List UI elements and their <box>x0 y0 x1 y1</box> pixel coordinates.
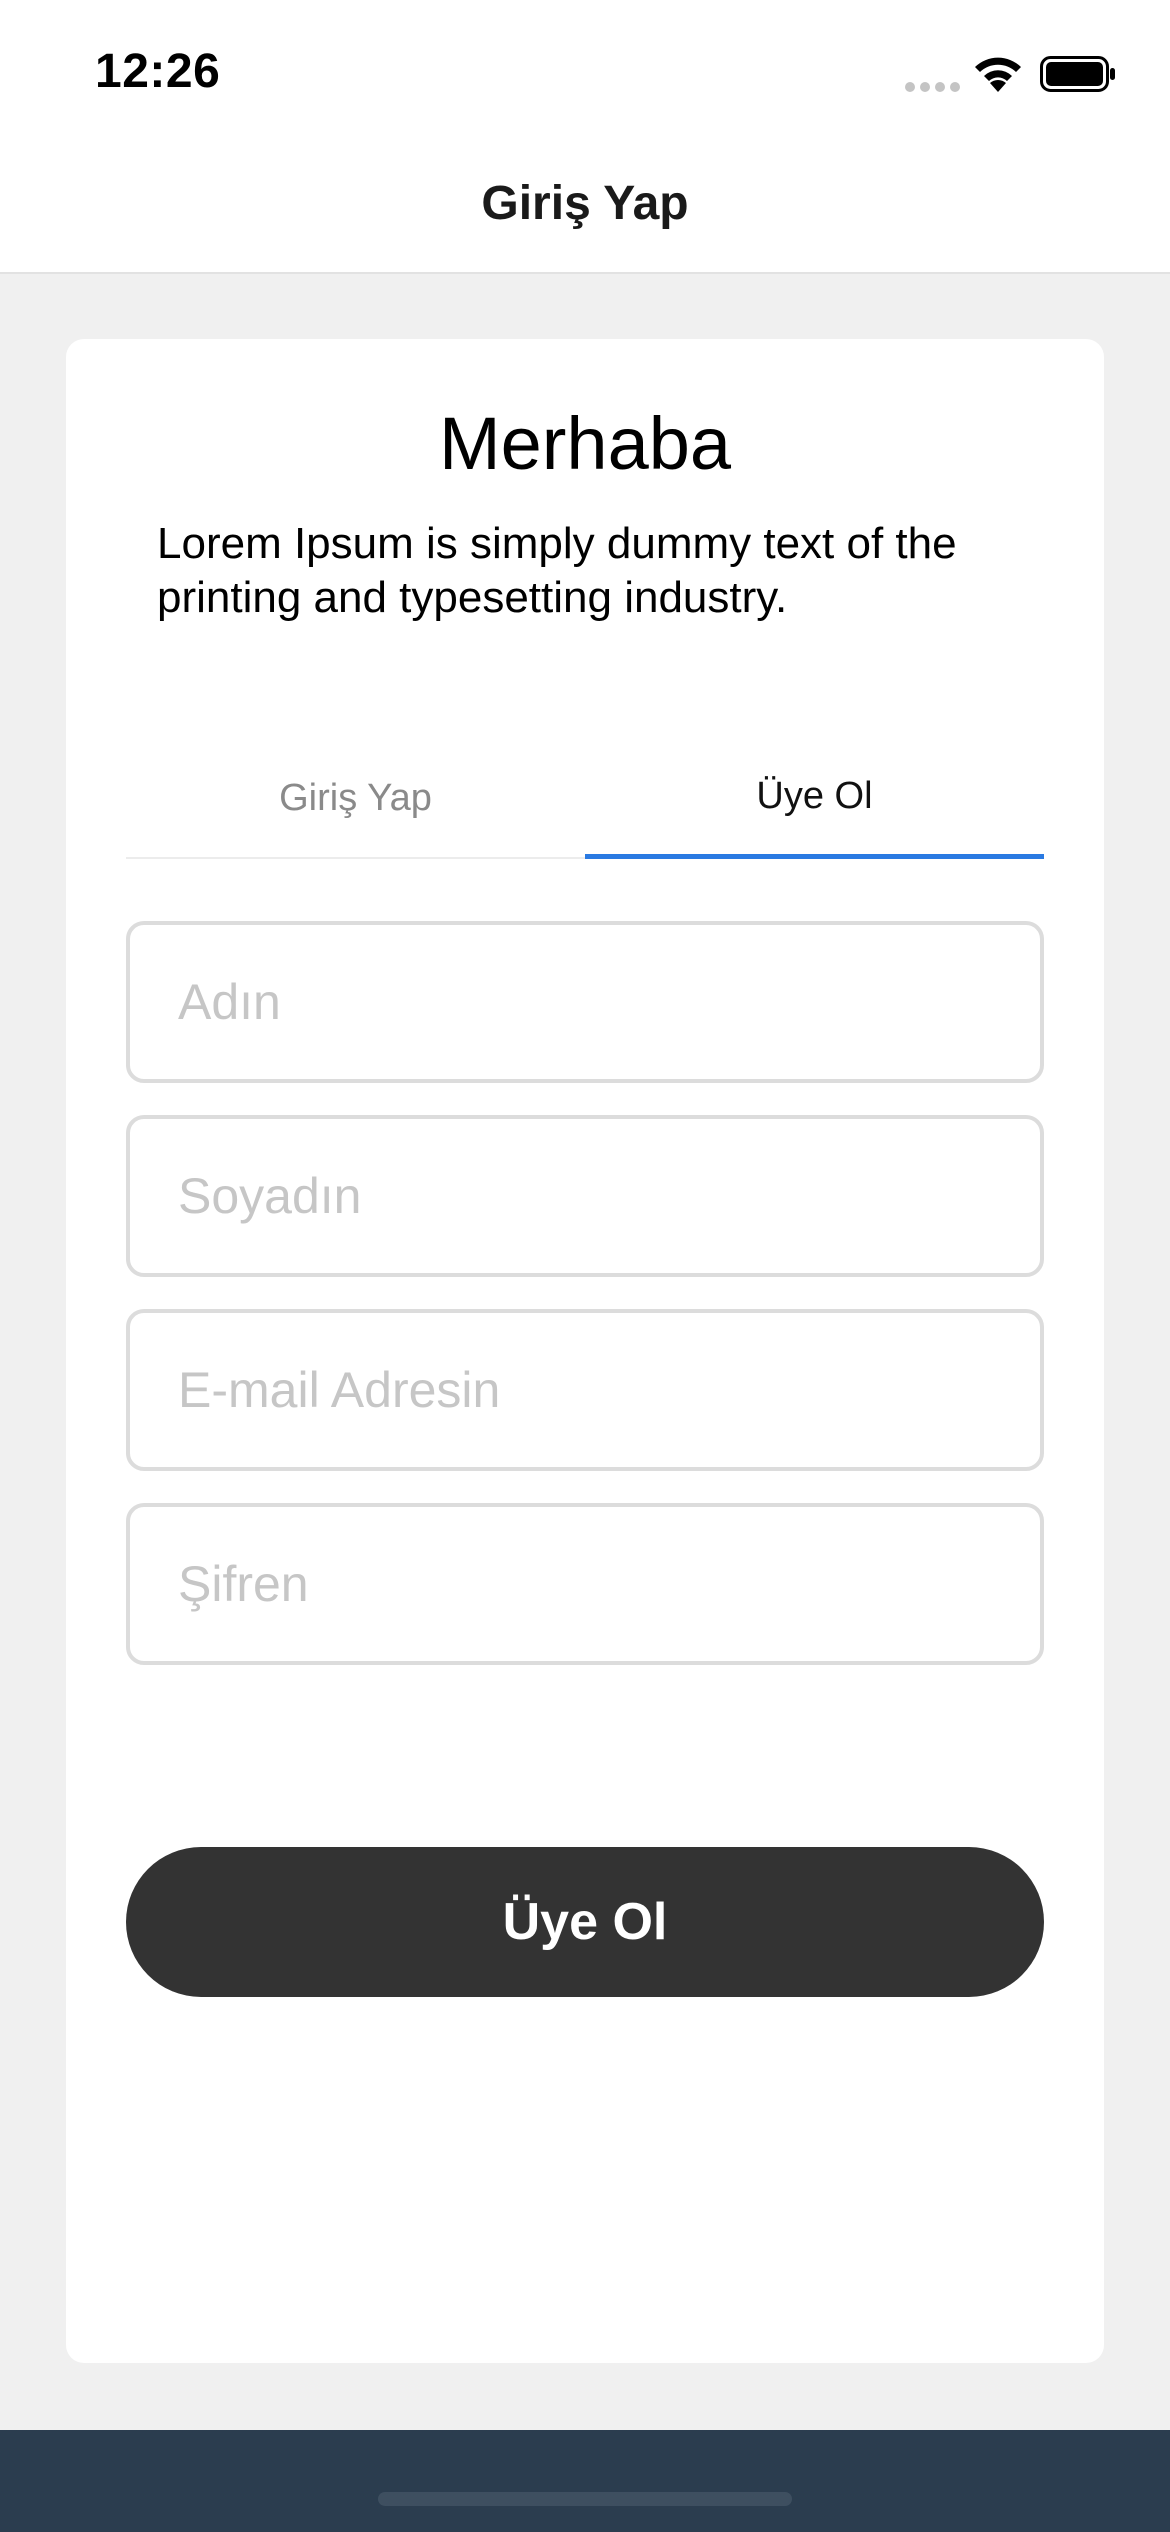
first-name-field[interactable] <box>126 921 1044 1083</box>
signup-button[interactable]: Üye Ol <box>126 1847 1044 1997</box>
navigation-bar: Giriş Yap <box>0 140 1170 274</box>
greeting-heading: Merhaba <box>438 402 732 485</box>
page-title: Giriş Yap <box>481 177 689 230</box>
home-indicator[interactable] <box>378 2492 792 2506</box>
email-field[interactable] <box>126 1309 1044 1471</box>
status-time: 12:26 <box>95 45 221 98</box>
cellular-signal-icon <box>905 82 961 94</box>
tab-login[interactable]: Giriş Yap <box>126 739 585 859</box>
password-field[interactable] <box>126 1503 1044 1665</box>
wifi-icon <box>975 57 1021 92</box>
tab-signup[interactable]: Üye Ol <box>585 739 1044 859</box>
bottom-bar <box>0 2430 1170 2532</box>
auth-card: Merhaba Lorem Ipsum is simply dummy text… <box>66 339 1104 2363</box>
last-name-field[interactable] <box>126 1115 1044 1277</box>
intro-text: Lorem Ipsum is simply dummy text of the … <box>157 519 957 622</box>
battery-icon <box>1040 56 1115 92</box>
auth-tabs: Giriş Yap Üye Ol <box>126 739 1044 859</box>
status-bar: 12:26 <box>0 0 1170 140</box>
